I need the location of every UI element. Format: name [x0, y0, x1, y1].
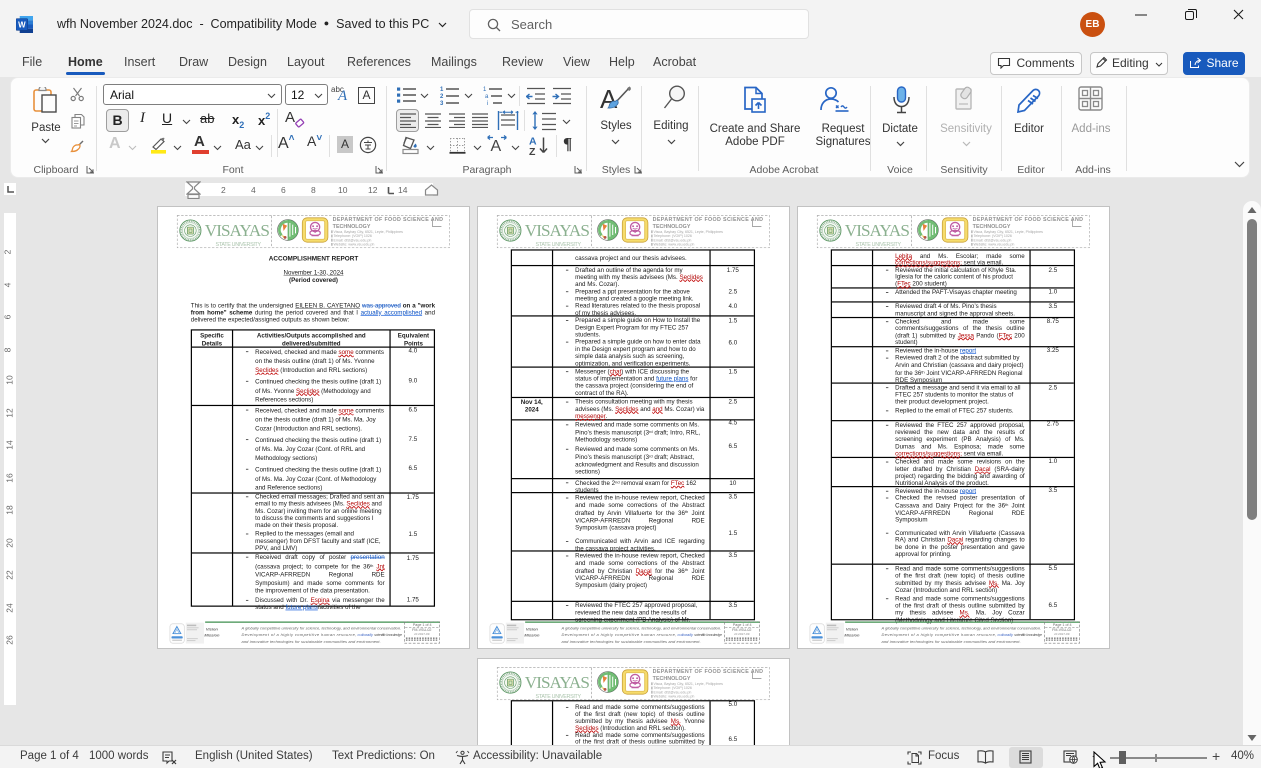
- svg-text:a: a: [485, 94, 489, 100]
- svg-text:W: W: [18, 21, 26, 30]
- svg-text:2: 2: [440, 94, 444, 100]
- svg-text:1: 1: [483, 87, 487, 93]
- svg-text:Z: Z: [529, 146, 536, 156]
- svg-text:i: i: [487, 101, 488, 105]
- svg-text:3: 3: [440, 101, 444, 105]
- svg-text:1: 1: [440, 87, 444, 93]
- svg-text:A: A: [491, 138, 502, 155]
